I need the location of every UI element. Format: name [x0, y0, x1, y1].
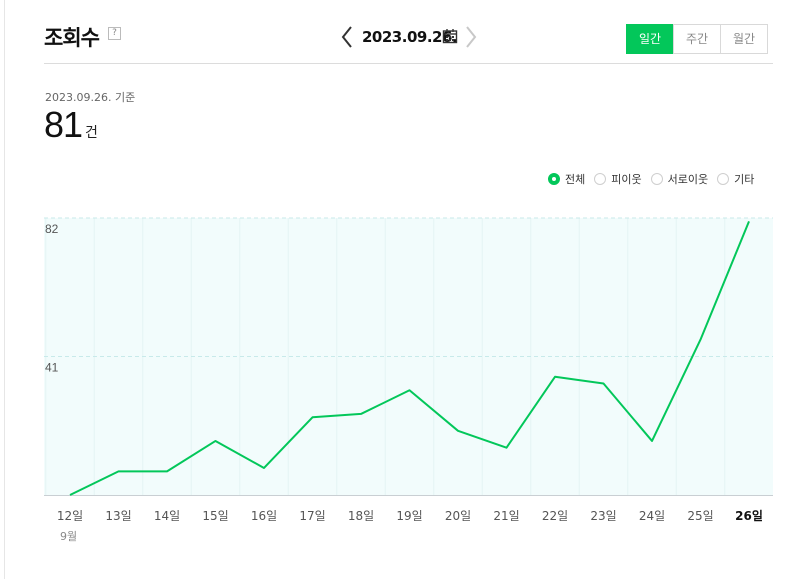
views-line-chart: 82 41 12일 13일 14일 15일 16일 17일 18일 19일 20일 21일 22일 23일… — [44, 217, 773, 523]
x-tick-label: 20일 — [445, 509, 471, 523]
x-tick-label: 16일 — [251, 509, 277, 523]
month-label: 9월 — [60, 530, 78, 543]
x-tick-label: 12일 — [57, 509, 83, 523]
y-tick-label: 82 — [45, 222, 59, 236]
x-tick-label: 23일 — [590, 509, 616, 523]
x-tick-label: 17일 — [299, 509, 325, 523]
x-tick-label: 21일 — [493, 509, 519, 523]
x-tick-label: 25일 — [687, 509, 713, 523]
x-tick-label: 14일 — [154, 509, 180, 523]
x-tick-label: 13일 — [105, 509, 131, 523]
x-tick-label: 24일 — [639, 509, 665, 523]
y-tick-label: 41 — [45, 361, 59, 375]
x-tick-label: 15일 — [202, 509, 228, 523]
x-tick-label: 26일 — [735, 509, 763, 523]
x-tick-label: 18일 — [348, 509, 374, 523]
x-tick-label: 22일 — [542, 509, 568, 523]
x-tick-label: 19일 — [396, 509, 422, 523]
